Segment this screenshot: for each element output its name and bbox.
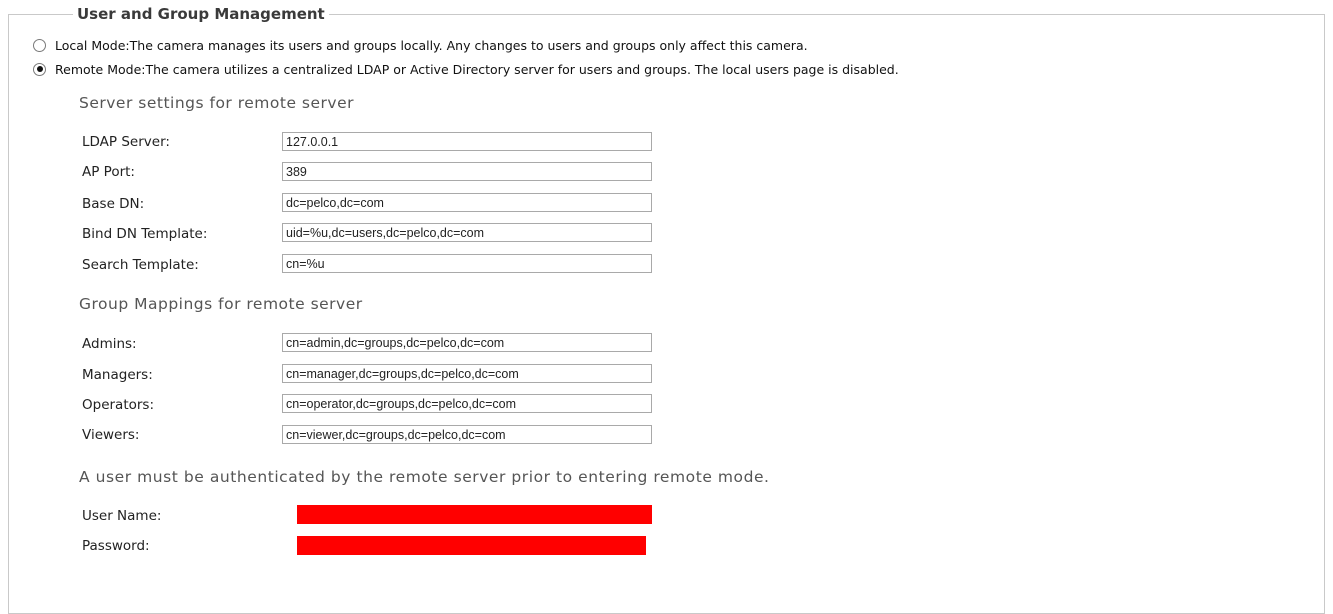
ap-port-input[interactable] <box>282 162 652 181</box>
password-label: Password: <box>82 538 150 554</box>
auth-note: A user must be authenticated by the remo… <box>79 468 770 486</box>
admins-label: Admins: <box>82 336 137 352</box>
managers-label: Managers: <box>82 367 153 383</box>
remote-mode-option[interactable]: Remote Mode:The camera utilizes a centra… <box>33 60 899 78</box>
username-label: User Name: <box>82 508 162 524</box>
local-mode-label: Local Mode:The camera manages its users … <box>55 37 808 53</box>
fieldset-legend: User and Group Management <box>73 4 329 24</box>
ldap-server-input[interactable] <box>282 132 652 151</box>
base-dn-label: Base DN: <box>82 196 145 212</box>
remote-mode-label: Remote Mode:The camera utilizes a centra… <box>55 61 899 77</box>
local-mode-option[interactable]: Local Mode:The camera manages its users … <box>33 36 808 54</box>
search-template-label: Search Template: <box>82 257 199 273</box>
bind-dn-template-label: Bind DN Template: <box>82 226 208 242</box>
password-field-redacted[interactable] <box>297 536 646 555</box>
search-template-input[interactable] <box>282 254 652 273</box>
bind-dn-template-input[interactable] <box>282 223 652 242</box>
managers-input[interactable] <box>282 364 652 383</box>
username-field-redacted[interactable] <box>297 505 652 524</box>
admins-input[interactable] <box>282 333 652 352</box>
remote-mode-radio[interactable] <box>33 62 46 76</box>
local-mode-radio[interactable] <box>33 38 46 52</box>
base-dn-input[interactable] <box>282 193 652 212</box>
group-mappings-heading: Group Mappings for remote server <box>79 295 363 313</box>
viewers-label: Viewers: <box>82 427 140 443</box>
server-settings-heading: Server settings for remote server <box>79 94 354 112</box>
ldap-server-label: LDAP Server: <box>82 134 170 150</box>
ap-port-label: AP Port: <box>82 164 135 180</box>
operators-input[interactable] <box>282 394 652 413</box>
operators-label: Operators: <box>82 397 155 413</box>
viewers-input[interactable] <box>282 425 652 444</box>
